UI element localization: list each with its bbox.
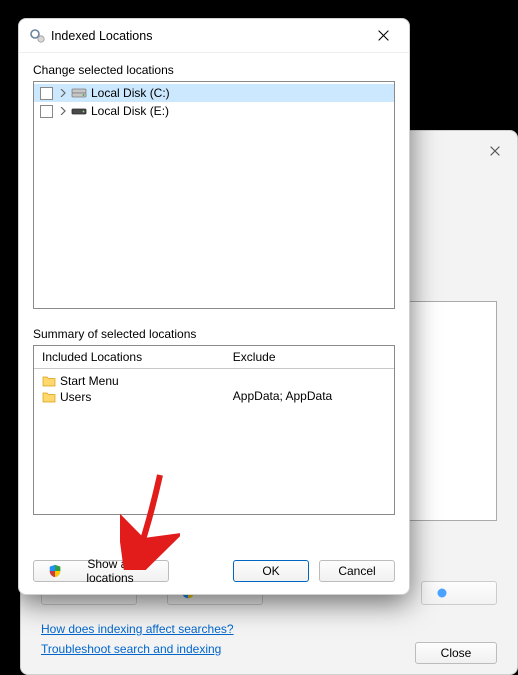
parent-close-button[interactable]: Close [415, 642, 497, 664]
tree-row-c[interactable]: Local Disk (C:) [34, 84, 394, 102]
drive-icon [71, 87, 87, 99]
excluded-list: AppData; AppData [225, 369, 394, 409]
show-all-label: Show all locations [66, 557, 154, 585]
cancel-button[interactable]: Cancel [319, 560, 395, 582]
drive-icon [71, 105, 87, 117]
shield-icon [48, 564, 62, 578]
folder-icon [42, 375, 56, 387]
close-icon[interactable] [365, 22, 401, 50]
titlebar: Indexed Locations [19, 19, 409, 53]
expand-icon[interactable] [57, 105, 69, 117]
dialog-title: Indexed Locations [51, 29, 365, 43]
tree-label: Local Disk (C:) [91, 86, 170, 100]
summary-label: Summary of selected locations [33, 327, 395, 341]
link-troubleshoot[interactable]: Troubleshoot search and indexing [41, 642, 221, 656]
tree-label: Local Disk (E:) [91, 104, 169, 118]
included-list: Start Menu Users [34, 369, 225, 409]
included-item-label: Start Menu [60, 374, 119, 388]
locations-tree[interactable]: Local Disk (C:) Local Disk (E:) [33, 81, 395, 309]
checkbox-e[interactable] [40, 105, 53, 118]
checkbox-c[interactable] [40, 87, 53, 100]
list-item[interactable]: Start Menu [42, 373, 217, 389]
indexed-locations-dialog: Indexed Locations Change selected locati… [18, 18, 410, 595]
show-all-locations-button[interactable]: Show all locations [33, 560, 169, 582]
header-included: Included Locations [34, 346, 225, 368]
included-item-label: Users [60, 390, 91, 404]
parent-close-icon[interactable] [485, 141, 505, 161]
header-exclude: Exclude [225, 346, 394, 368]
dialog-icon [29, 28, 45, 44]
excluded-text: AppData; AppData [233, 389, 386, 403]
parent-ghost-button-3[interactable] [421, 581, 497, 605]
tree-row-e[interactable]: Local Disk (E:) [34, 102, 394, 120]
folder-icon [42, 391, 56, 403]
expand-icon[interactable] [57, 87, 69, 99]
summary-panel: Included Locations Exclude Start Menu [33, 345, 395, 515]
ok-button[interactable]: OK [233, 560, 309, 582]
link-indexing-affect[interactable]: How does indexing affect searches? [41, 622, 234, 636]
list-item[interactable]: Users [42, 389, 217, 405]
change-locations-label: Change selected locations [33, 63, 395, 77]
